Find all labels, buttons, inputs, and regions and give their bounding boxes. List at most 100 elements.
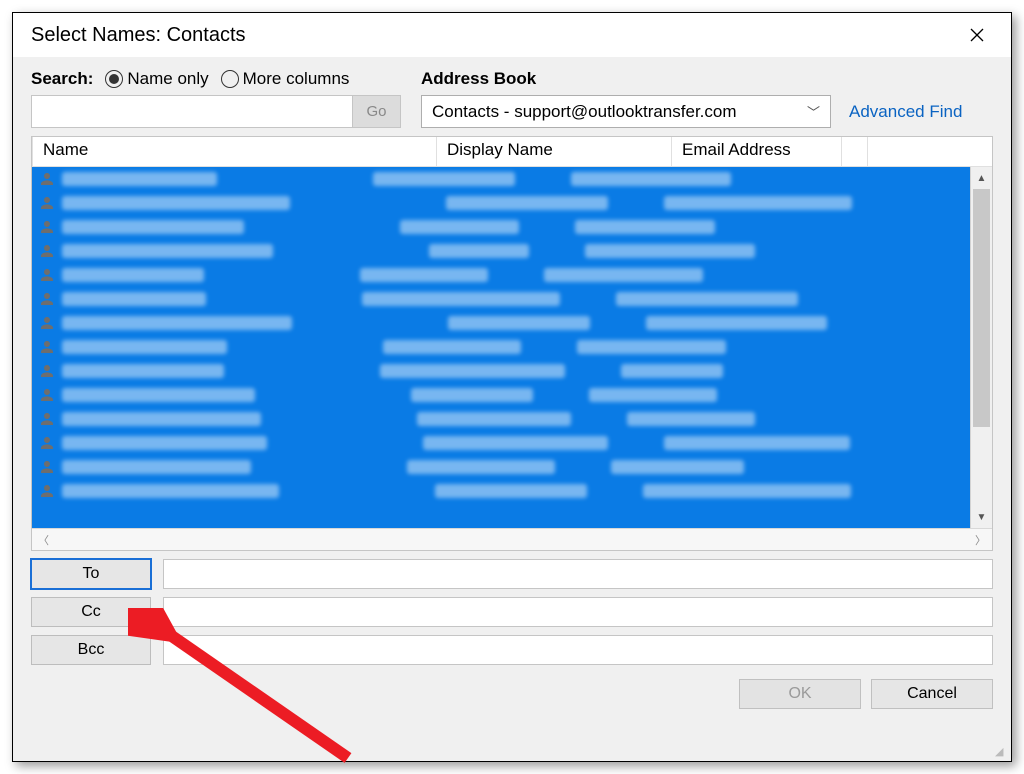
table-row[interactable] xyxy=(32,479,970,503)
table-row[interactable] xyxy=(32,431,970,455)
table-row[interactable] xyxy=(32,383,970,407)
cell-display xyxy=(417,412,571,426)
cell-email xyxy=(621,364,723,378)
scroll-down-icon[interactable]: ▼ xyxy=(971,506,992,528)
radio-label: Name only xyxy=(127,69,208,89)
cell-email xyxy=(585,244,755,258)
table-header: Name Display Name Email Address xyxy=(32,137,992,167)
cell-display xyxy=(435,484,587,498)
cell-name xyxy=(62,364,224,378)
address-book-section: Address Book Contacts - support@outlookt… xyxy=(421,69,993,128)
table-row[interactable] xyxy=(32,191,970,215)
col-blank xyxy=(868,137,992,166)
col-name[interactable]: Name xyxy=(32,137,437,166)
table-row[interactable] xyxy=(32,263,970,287)
scroll-up-icon[interactable]: ▲ xyxy=(971,167,992,189)
cell-email xyxy=(571,172,731,186)
person-icon xyxy=(38,386,56,404)
cell-display xyxy=(429,244,529,258)
person-icon xyxy=(38,434,56,452)
radio-more-columns[interactable]: More columns xyxy=(221,69,350,89)
horizontal-scrollbar[interactable]: 〈 〉 xyxy=(32,528,992,550)
table-row[interactable] xyxy=(32,359,970,383)
table-row[interactable] xyxy=(32,311,970,335)
person-icon xyxy=(38,458,56,476)
table-row[interactable] xyxy=(32,335,970,359)
scroll-left-icon[interactable]: 〈 xyxy=(38,532,49,548)
cell-email xyxy=(616,292,798,306)
cc-input[interactable] xyxy=(163,597,993,627)
advanced-find-link[interactable]: Advanced Find xyxy=(849,102,962,122)
cell-name xyxy=(62,316,292,330)
cell-name xyxy=(62,436,267,450)
person-icon xyxy=(38,290,56,308)
cell-email xyxy=(646,316,827,330)
cell-email xyxy=(577,340,726,354)
person-icon xyxy=(38,362,56,380)
person-icon xyxy=(38,194,56,212)
cell-name xyxy=(62,196,290,210)
close-icon xyxy=(970,28,984,42)
radio-icon xyxy=(221,70,239,88)
cc-button[interactable]: Cc xyxy=(31,597,151,627)
cell-name xyxy=(62,244,273,258)
cell-display xyxy=(446,196,608,210)
chevron-down-icon: ﹀ xyxy=(807,102,820,121)
address-book-label: Address Book xyxy=(421,69,993,89)
cell-display xyxy=(448,316,590,330)
person-icon xyxy=(38,266,56,284)
table-row[interactable] xyxy=(32,287,970,311)
cell-email xyxy=(575,220,715,234)
cell-name xyxy=(62,484,279,498)
vertical-scrollbar[interactable]: ▲ ▼ xyxy=(970,167,992,528)
cell-display xyxy=(400,220,519,234)
cell-display xyxy=(411,388,533,402)
table-row[interactable] xyxy=(32,215,970,239)
scroll-right-icon[interactable]: 〉 xyxy=(975,532,986,548)
radio-icon xyxy=(105,70,123,88)
table-row[interactable] xyxy=(32,167,970,191)
cell-name xyxy=(62,412,261,426)
person-icon xyxy=(38,218,56,236)
select-names-dialog: Select Names: Contacts Search: Name only… xyxy=(12,12,1012,762)
cell-display xyxy=(380,364,565,378)
cell-email xyxy=(544,268,703,282)
window-title: Select Names: Contacts xyxy=(31,24,246,47)
cell-email xyxy=(611,460,744,474)
col-blank xyxy=(842,137,868,166)
cell-email xyxy=(589,388,717,402)
cell-name xyxy=(62,460,251,474)
search-section: Search: Name only More columns Go xyxy=(31,69,401,128)
table-body[interactable] xyxy=(32,167,970,528)
to-button[interactable]: To xyxy=(31,559,151,589)
cell-name xyxy=(62,268,204,282)
address-book-select[interactable]: Contacts - support@outlooktransfer.com ﹀ xyxy=(421,95,831,128)
scroll-thumb[interactable] xyxy=(973,189,990,427)
cell-name xyxy=(62,340,227,354)
cancel-button[interactable]: Cancel xyxy=(871,679,993,709)
cell-email xyxy=(627,412,755,426)
cell-display xyxy=(360,268,488,282)
contacts-table: Name Display Name Email Address ▲ ▼ 〈 〉 xyxy=(31,136,993,551)
ok-button[interactable]: OK xyxy=(739,679,861,709)
address-book-selected: Contacts - support@outlooktransfer.com xyxy=(432,102,737,122)
cell-name xyxy=(62,172,217,186)
table-row[interactable] xyxy=(32,239,970,263)
to-input[interactable] xyxy=(163,559,993,589)
cell-display xyxy=(373,172,515,186)
search-input[interactable] xyxy=(31,95,353,128)
resize-grip-icon[interactable]: ◢ xyxy=(995,745,1011,761)
cell-name xyxy=(62,292,206,306)
bcc-input[interactable] xyxy=(163,635,993,665)
person-icon xyxy=(38,242,56,260)
radio-name-only[interactable]: Name only xyxy=(105,69,208,89)
close-button[interactable] xyxy=(957,15,997,55)
scroll-track[interactable] xyxy=(971,189,992,506)
table-row[interactable] xyxy=(32,407,970,431)
person-icon xyxy=(38,410,56,428)
col-email[interactable]: Email Address xyxy=(672,137,842,166)
table-row[interactable] xyxy=(32,455,970,479)
col-display-name[interactable]: Display Name xyxy=(437,137,672,166)
bcc-button[interactable]: Bcc xyxy=(31,635,151,665)
go-button[interactable]: Go xyxy=(353,95,401,128)
